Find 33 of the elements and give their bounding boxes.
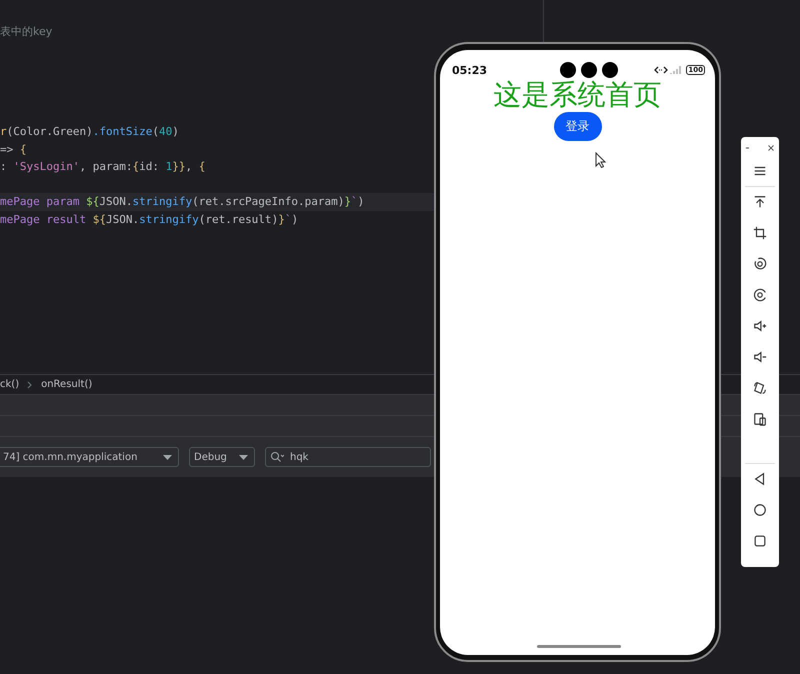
caret-icon [163, 454, 172, 460]
recents-icon[interactable] [753, 534, 767, 548]
page-title: 这是系统首页 [494, 78, 662, 112]
search-field[interactable]: hqk [265, 447, 431, 467]
search-icon [270, 451, 284, 463]
volume-down-icon[interactable] [753, 350, 767, 364]
code-comment: 表中的key [0, 24, 52, 39]
rotate-device-icon[interactable] [753, 381, 767, 395]
breadcrumb-item[interactable]: onResult() [41, 379, 92, 390]
crop-icon[interactable] [753, 226, 767, 240]
device-dropdown[interactable]: 74] com.mn.myapplication [0, 447, 179, 467]
volume-up-icon[interactable] [753, 319, 767, 333]
menu-icon[interactable] [753, 164, 767, 178]
devices-icon[interactable] [753, 412, 767, 426]
close-icon[interactable] [766, 143, 776, 153]
code-line: : 'SysLogin', param:{id: 1}}, { [0, 160, 206, 174]
cursor-icon [595, 152, 606, 168]
back-icon[interactable] [753, 472, 767, 486]
home-icon[interactable] [753, 503, 767, 517]
target-icon[interactable] [753, 288, 767, 302]
code-line: r(Color.Green).fontSize(40) [0, 125, 179, 138]
caret-icon [239, 454, 248, 460]
code-line: mePage param ${JSON.stringify(ret.srcPageInfo.param)}`) [0, 195, 364, 208]
rotate-icon[interactable] [753, 257, 767, 271]
breadcrumb-item[interactable]: ck() [0, 379, 20, 390]
arrow-up-icon[interactable] [753, 195, 767, 209]
chevron-icon [27, 380, 34, 388]
log-level-dropdown[interactable]: Debug [189, 447, 255, 467]
status-time: 05:23 [452, 64, 488, 76]
code-line: mePage result ${JSON.stringify(ret.result)}`) [0, 212, 298, 226]
login-button[interactable]: 登录 [554, 112, 602, 141]
camera-icon [560, 62, 618, 78]
code-line: => { [0, 142, 26, 156]
